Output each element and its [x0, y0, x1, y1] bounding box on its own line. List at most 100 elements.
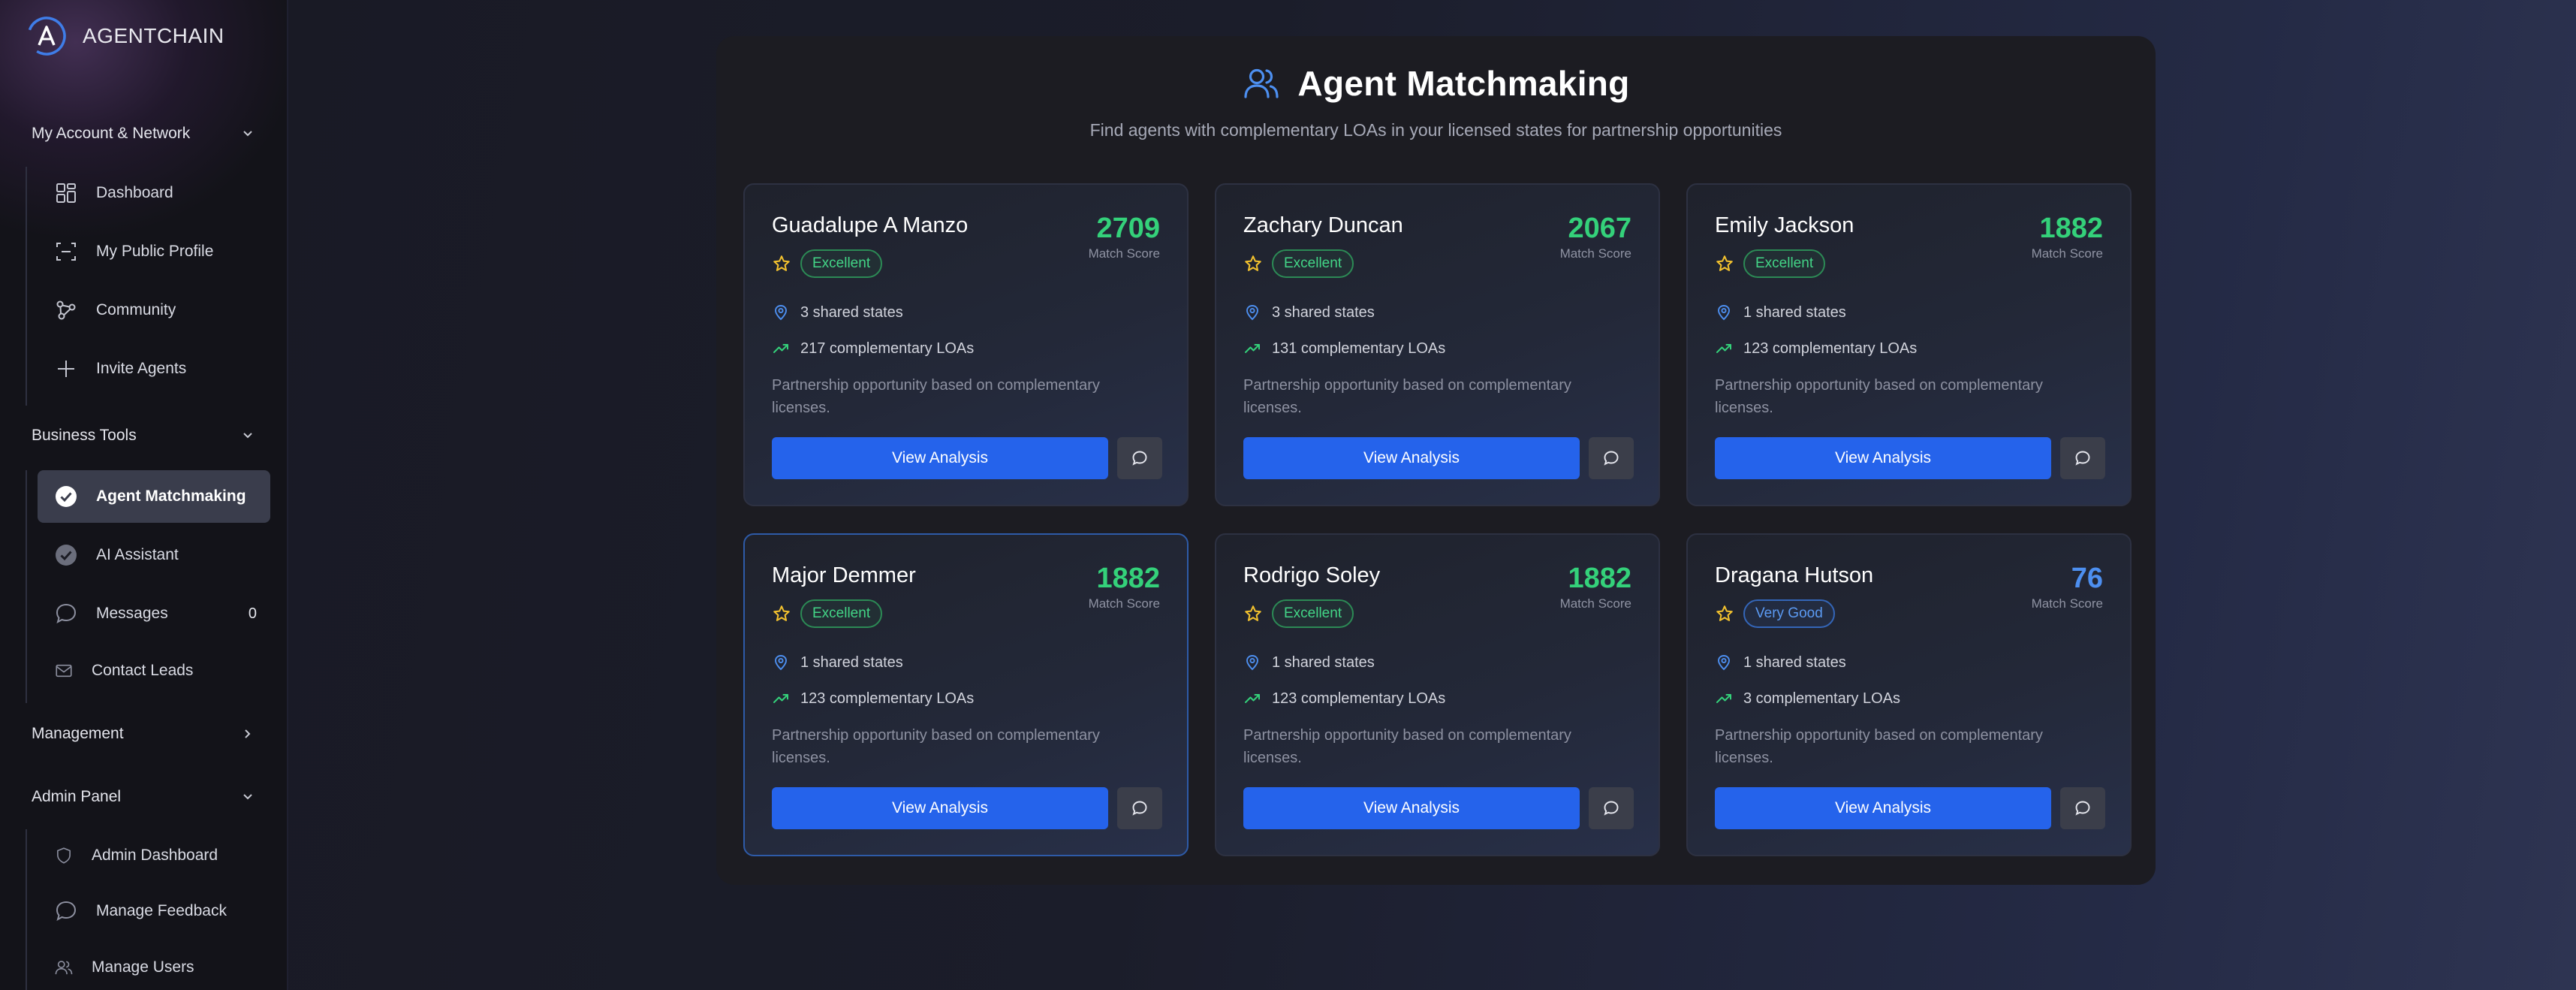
sidebar-item-contact-leads[interactable]: Contact Leads [38, 644, 270, 697]
view-analysis-button[interactable]: View Analysis [1243, 787, 1580, 829]
agent-name: Zachary Duncan [1243, 213, 1403, 237]
sidebar-item-label: Community [96, 301, 176, 318]
match-score-value: 1882 [1568, 563, 1631, 594]
sidebar-item-label: Admin Dashboard [92, 847, 218, 864]
sidebar-item-my-public-profile[interactable]: My Public Profile [38, 225, 270, 278]
complementary-loas-row: 123 complementary LOAs [1715, 340, 1917, 358]
sidebar-item-admin-dashboard[interactable]: Admin Dashboard [38, 829, 270, 882]
shared-states-text: 1 shared states [1743, 303, 1846, 321]
match-card[interactable]: Emily Jackson 1882 Match Score Excellent 1 s… [1686, 183, 2132, 506]
match-card[interactable]: Guadalupe A Manzo 2709 Match Score Excellen… [743, 183, 1189, 506]
section-management[interactable]: Management [32, 719, 255, 749]
section-business-tools[interactable]: Business Tools [32, 421, 255, 451]
matchmaking-panel: Agent Matchmaking Find agents with compl… [716, 36, 2156, 885]
agent-name: Rodrigo Soley [1243, 563, 1381, 587]
shared-states-row: 1 shared states [772, 653, 903, 672]
match-description: Partnership opportunity based on complem… [1243, 727, 1571, 766]
section-my-account-network[interactable]: My Account & Network [32, 119, 255, 149]
shield-icon [57, 847, 71, 864]
complementary-loas-row: 131 complementary LOAs [1243, 340, 1445, 358]
chevron-down-icon [243, 433, 252, 439]
star-icon [1245, 605, 1261, 621]
view-analysis-button[interactable]: View Analysis [1715, 787, 2051, 829]
shared-states-row: 3 shared states [772, 303, 903, 321]
chat-bubble-icon [2075, 451, 2090, 466]
section-admin-panel[interactable]: Admin Panel [32, 782, 255, 812]
agentchain-logo-icon [27, 17, 66, 56]
message-button[interactable] [1117, 437, 1162, 479]
star-icon [1716, 255, 1733, 271]
match-score-label: Match Score [2031, 596, 2103, 611]
rating-badge: Excellent [800, 599, 883, 628]
match-score: 2067 Match Score [1560, 213, 1631, 261]
match-score: 76 Match Score [2032, 563, 2103, 611]
match-score-label: Match Score [1088, 596, 1160, 611]
match-score: 1882 Match Score [1089, 563, 1160, 611]
sidebar-item-agent-matchmaking[interactable]: Agent Matchmaking [38, 470, 270, 523]
rating-badge: Excellent [1743, 249, 1826, 278]
scan-profile-icon [56, 243, 76, 261]
business-nav-group: Agent Matchmaking AI Assistant Messages … [26, 470, 287, 703]
sidebar-item-label: AI Assistant [96, 546, 179, 563]
sidebar-item-invite-agents[interactable]: Invite Agents [38, 343, 270, 395]
match-card[interactable]: Zachary Duncan 2067 Match Score Excellent 3 … [1215, 183, 1660, 506]
community-network-icon [56, 300, 76, 320]
match-score-value: 76 [2071, 563, 2103, 594]
match-card[interactable]: Rodrigo Soley 1882 Match Score Excellent 1 s… [1215, 533, 1660, 856]
message-button[interactable] [2060, 787, 2105, 829]
view-analysis-button[interactable]: View Analysis [772, 437, 1108, 479]
shared-states-text: 3 shared states [800, 303, 903, 321]
match-card[interactable]: Major Demmer 1882 Match Score Excellent 1 sh… [743, 533, 1189, 856]
chat-bubble-icon [56, 901, 77, 922]
message-button[interactable] [1589, 787, 1634, 829]
chat-bubble-icon [1604, 451, 1619, 466]
section-label: Admin Panel [32, 788, 122, 805]
chat-bubble-icon [1604, 801, 1619, 816]
match-card[interactable]: Dragana Hutson 76 Match Score Very Good 1 sh… [1686, 533, 2132, 856]
rating-badge: Excellent [1272, 249, 1354, 278]
star-icon [773, 255, 790, 271]
message-button[interactable] [2060, 437, 2105, 479]
match-description: Partnership opportunity based on complem… [772, 727, 1100, 766]
sidebar-item-label: Dashboard [96, 184, 173, 201]
trending-up-icon [773, 694, 788, 703]
view-analysis-button[interactable]: View Analysis [772, 787, 1108, 829]
sidebar-item-label: My Public Profile [96, 243, 214, 260]
check-circle-icon [56, 486, 77, 507]
match-description: Partnership opportunity based on complem… [772, 377, 1100, 416]
complementary-loas-text: 217 complementary LOAs [800, 340, 975, 357]
admin-nav-group: Admin Dashboard Manage Feedback Manage U… [26, 829, 287, 990]
plus-icon [58, 361, 74, 377]
match-score-label: Match Score [1559, 246, 1631, 261]
sidebar-item-dashboard[interactable]: Dashboard [38, 167, 270, 219]
section-label: Management [32, 725, 124, 742]
shared-states-text: 1 shared states [800, 653, 903, 671]
rating-badge: Excellent [1272, 599, 1354, 628]
complementary-loas-text: 123 complementary LOAs [1272, 690, 1446, 707]
sidebar-item-label: Invite Agents [96, 360, 187, 377]
brand[interactable]: AGENTCHAIN [26, 15, 224, 57]
shared-states-row: 1 shared states [1243, 653, 1375, 672]
sidebar-item-manage-feedback[interactable]: Manage Feedback [38, 885, 270, 937]
message-button[interactable] [1589, 437, 1634, 479]
sidebar-item-label: Manage Feedback [96, 902, 227, 919]
sidebar-item-messages[interactable]: Messages 0 [38, 587, 270, 640]
mail-icon [56, 664, 72, 678]
map-pin-icon [1718, 655, 1730, 671]
message-button[interactable] [1117, 787, 1162, 829]
rating-row: Excellent [1243, 599, 1354, 628]
match-score-value: 1882 [1096, 563, 1160, 594]
view-analysis-button[interactable]: View Analysis [1243, 437, 1580, 479]
chat-bubble-icon [56, 603, 77, 624]
star-icon [773, 605, 790, 621]
complementary-loas-text: 131 complementary LOAs [1272, 340, 1446, 357]
map-pin-icon [775, 655, 787, 671]
rating-row: Excellent [772, 249, 883, 278]
view-analysis-button[interactable]: View Analysis [1715, 437, 2051, 479]
sidebar-item-manage-users[interactable]: Manage Users [38, 941, 270, 990]
map-pin-icon [1246, 305, 1258, 321]
sidebar-item-ai-assistant[interactable]: AI Assistant [38, 529, 270, 581]
sidebar-item-community[interactable]: Community [38, 284, 270, 337]
trending-up-icon [773, 344, 788, 353]
match-score: 1882 Match Score [1560, 563, 1631, 611]
